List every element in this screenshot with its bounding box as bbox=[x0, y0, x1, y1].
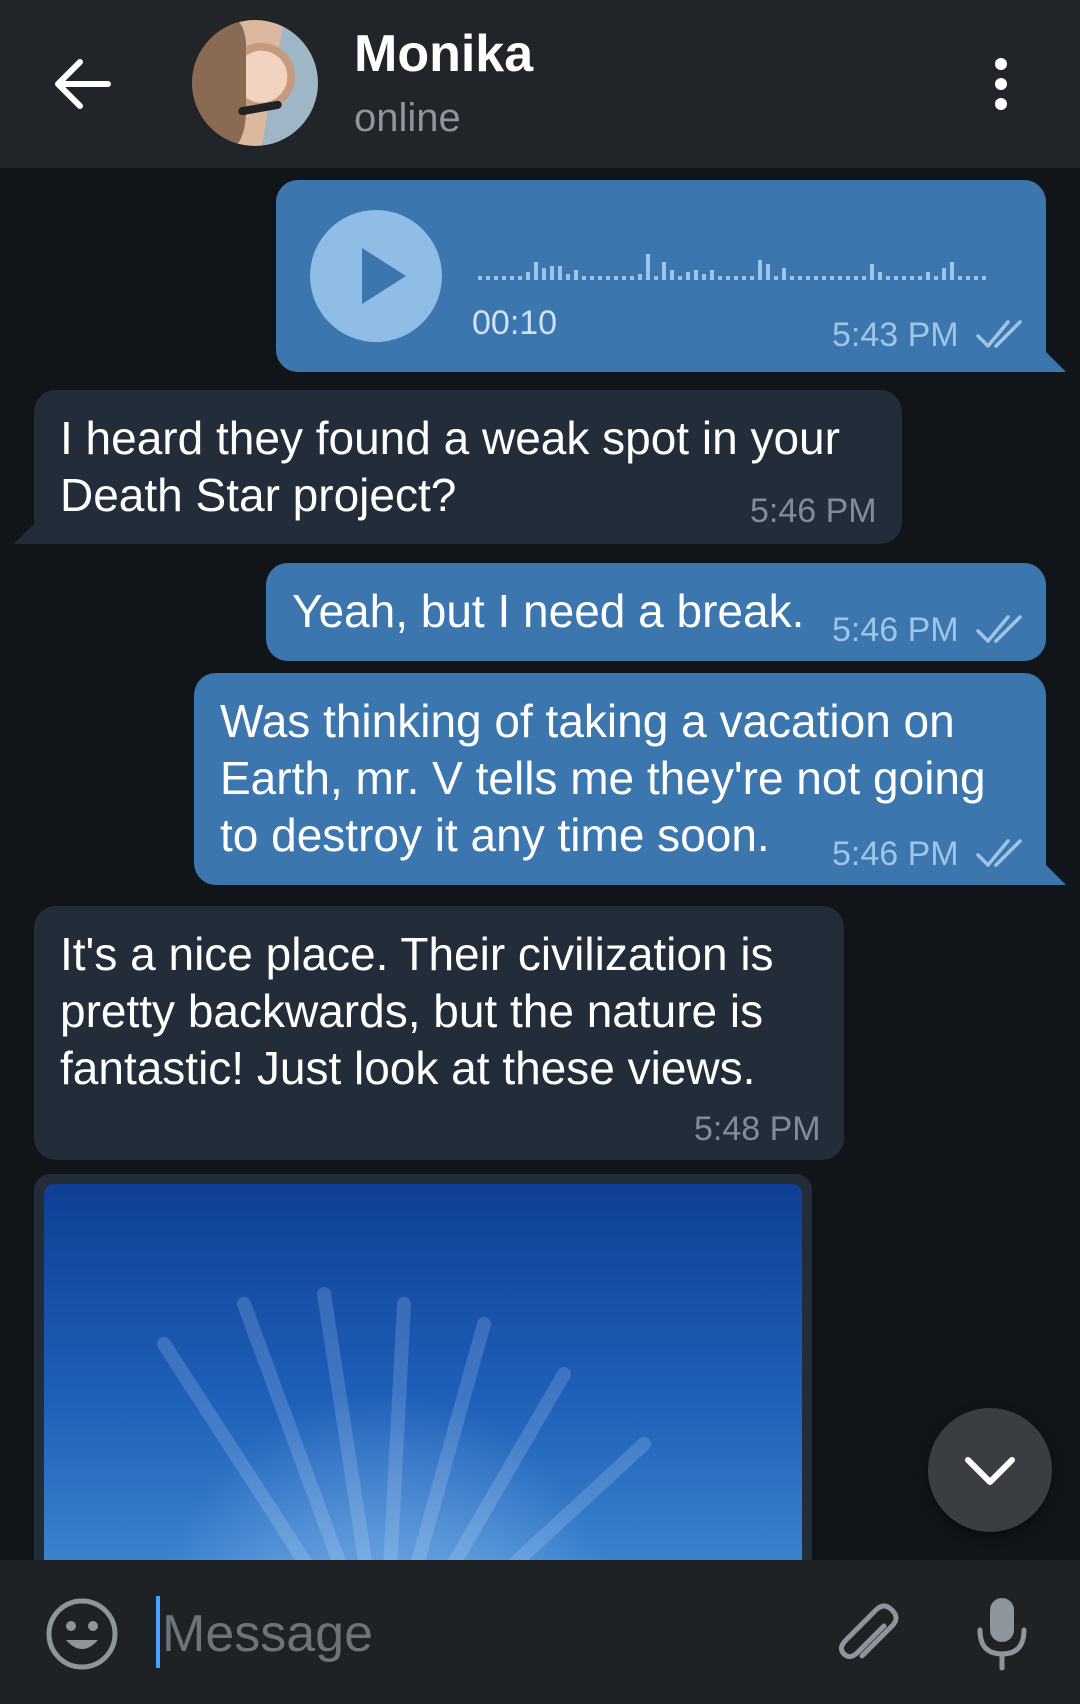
double-check-icon bbox=[976, 320, 1022, 348]
back-arrow-icon bbox=[55, 59, 111, 109]
play-icon bbox=[362, 248, 406, 304]
avatar[interactable] bbox=[192, 20, 318, 146]
chevron-down-icon bbox=[965, 1457, 1015, 1485]
play-button[interactable] bbox=[310, 210, 442, 342]
message-text: It's a nice place. Their civilization is bbox=[60, 928, 774, 980]
microphone-button[interactable] bbox=[972, 1594, 1032, 1674]
voice-message-bubble[interactable]: 00:10 5:43 PM bbox=[276, 180, 1066, 372]
message-text: Was thinking of taking a vacation on bbox=[220, 695, 955, 747]
message-text: fantastic! Just look at these views. bbox=[60, 1042, 756, 1094]
bubble-tail bbox=[1044, 350, 1066, 372]
message-text: I heard they found a weak spot in your bbox=[60, 412, 840, 464]
message-text: Yeah, but I need a break. bbox=[292, 585, 805, 637]
incoming-message-bubble[interactable]: It's a nice place. Their civilization is… bbox=[34, 906, 844, 1160]
chat-screen: Monika online 00:10 5:43 PM I heard they… bbox=[0, 0, 1080, 1704]
voice-duration: 00:10 bbox=[472, 304, 558, 342]
contact-status: online bbox=[354, 96, 461, 140]
double-check-icon bbox=[976, 839, 1022, 867]
incoming-message-bubble[interactable]: I heard they found a weak spot in your D… bbox=[14, 390, 902, 544]
more-options-button[interactable] bbox=[986, 54, 1016, 114]
more-vert-icon bbox=[995, 58, 1007, 110]
paperclip-icon bbox=[838, 1603, 899, 1660]
outgoing-message-bubble[interactable]: Yeah, but I need a break. 5:46 PM bbox=[266, 563, 1046, 661]
back-button[interactable] bbox=[50, 54, 116, 114]
bubble-tail bbox=[14, 522, 36, 544]
microphone-icon bbox=[977, 1598, 1027, 1671]
message-input[interactable] bbox=[162, 1594, 802, 1674]
contact-name[interactable]: Monika bbox=[354, 24, 533, 84]
chat-header: Monika online bbox=[0, 0, 1080, 168]
emoji-icon bbox=[46, 1598, 118, 1670]
voice-waveform[interactable] bbox=[478, 240, 1010, 280]
message-time: 5:46 PM bbox=[832, 835, 959, 873]
message-time: 5:46 PM bbox=[832, 611, 959, 649]
attach-button[interactable] bbox=[826, 1592, 906, 1672]
message-text: Death Star project? bbox=[60, 469, 457, 521]
double-check-icon bbox=[976, 615, 1022, 643]
outgoing-message-bubble[interactable]: Was thinking of taking a vacation on Ear… bbox=[194, 673, 1066, 885]
message-text: Earth, mr. V tells me they're not going bbox=[220, 752, 986, 804]
message-time: 5:46 PM bbox=[750, 492, 877, 530]
bubble-tail bbox=[1044, 863, 1066, 885]
message-text: to destroy it any time soon. bbox=[220, 809, 770, 861]
message-text: pretty backwards, but the nature is bbox=[60, 985, 764, 1037]
scroll-to-bottom-button[interactable] bbox=[928, 1408, 1052, 1532]
message-time: 5:43 PM bbox=[832, 316, 959, 354]
text-cursor bbox=[156, 1596, 160, 1668]
message-time: 5:48 PM bbox=[694, 1110, 821, 1148]
message-composer bbox=[0, 1560, 1080, 1704]
emoji-button[interactable] bbox=[44, 1596, 120, 1672]
